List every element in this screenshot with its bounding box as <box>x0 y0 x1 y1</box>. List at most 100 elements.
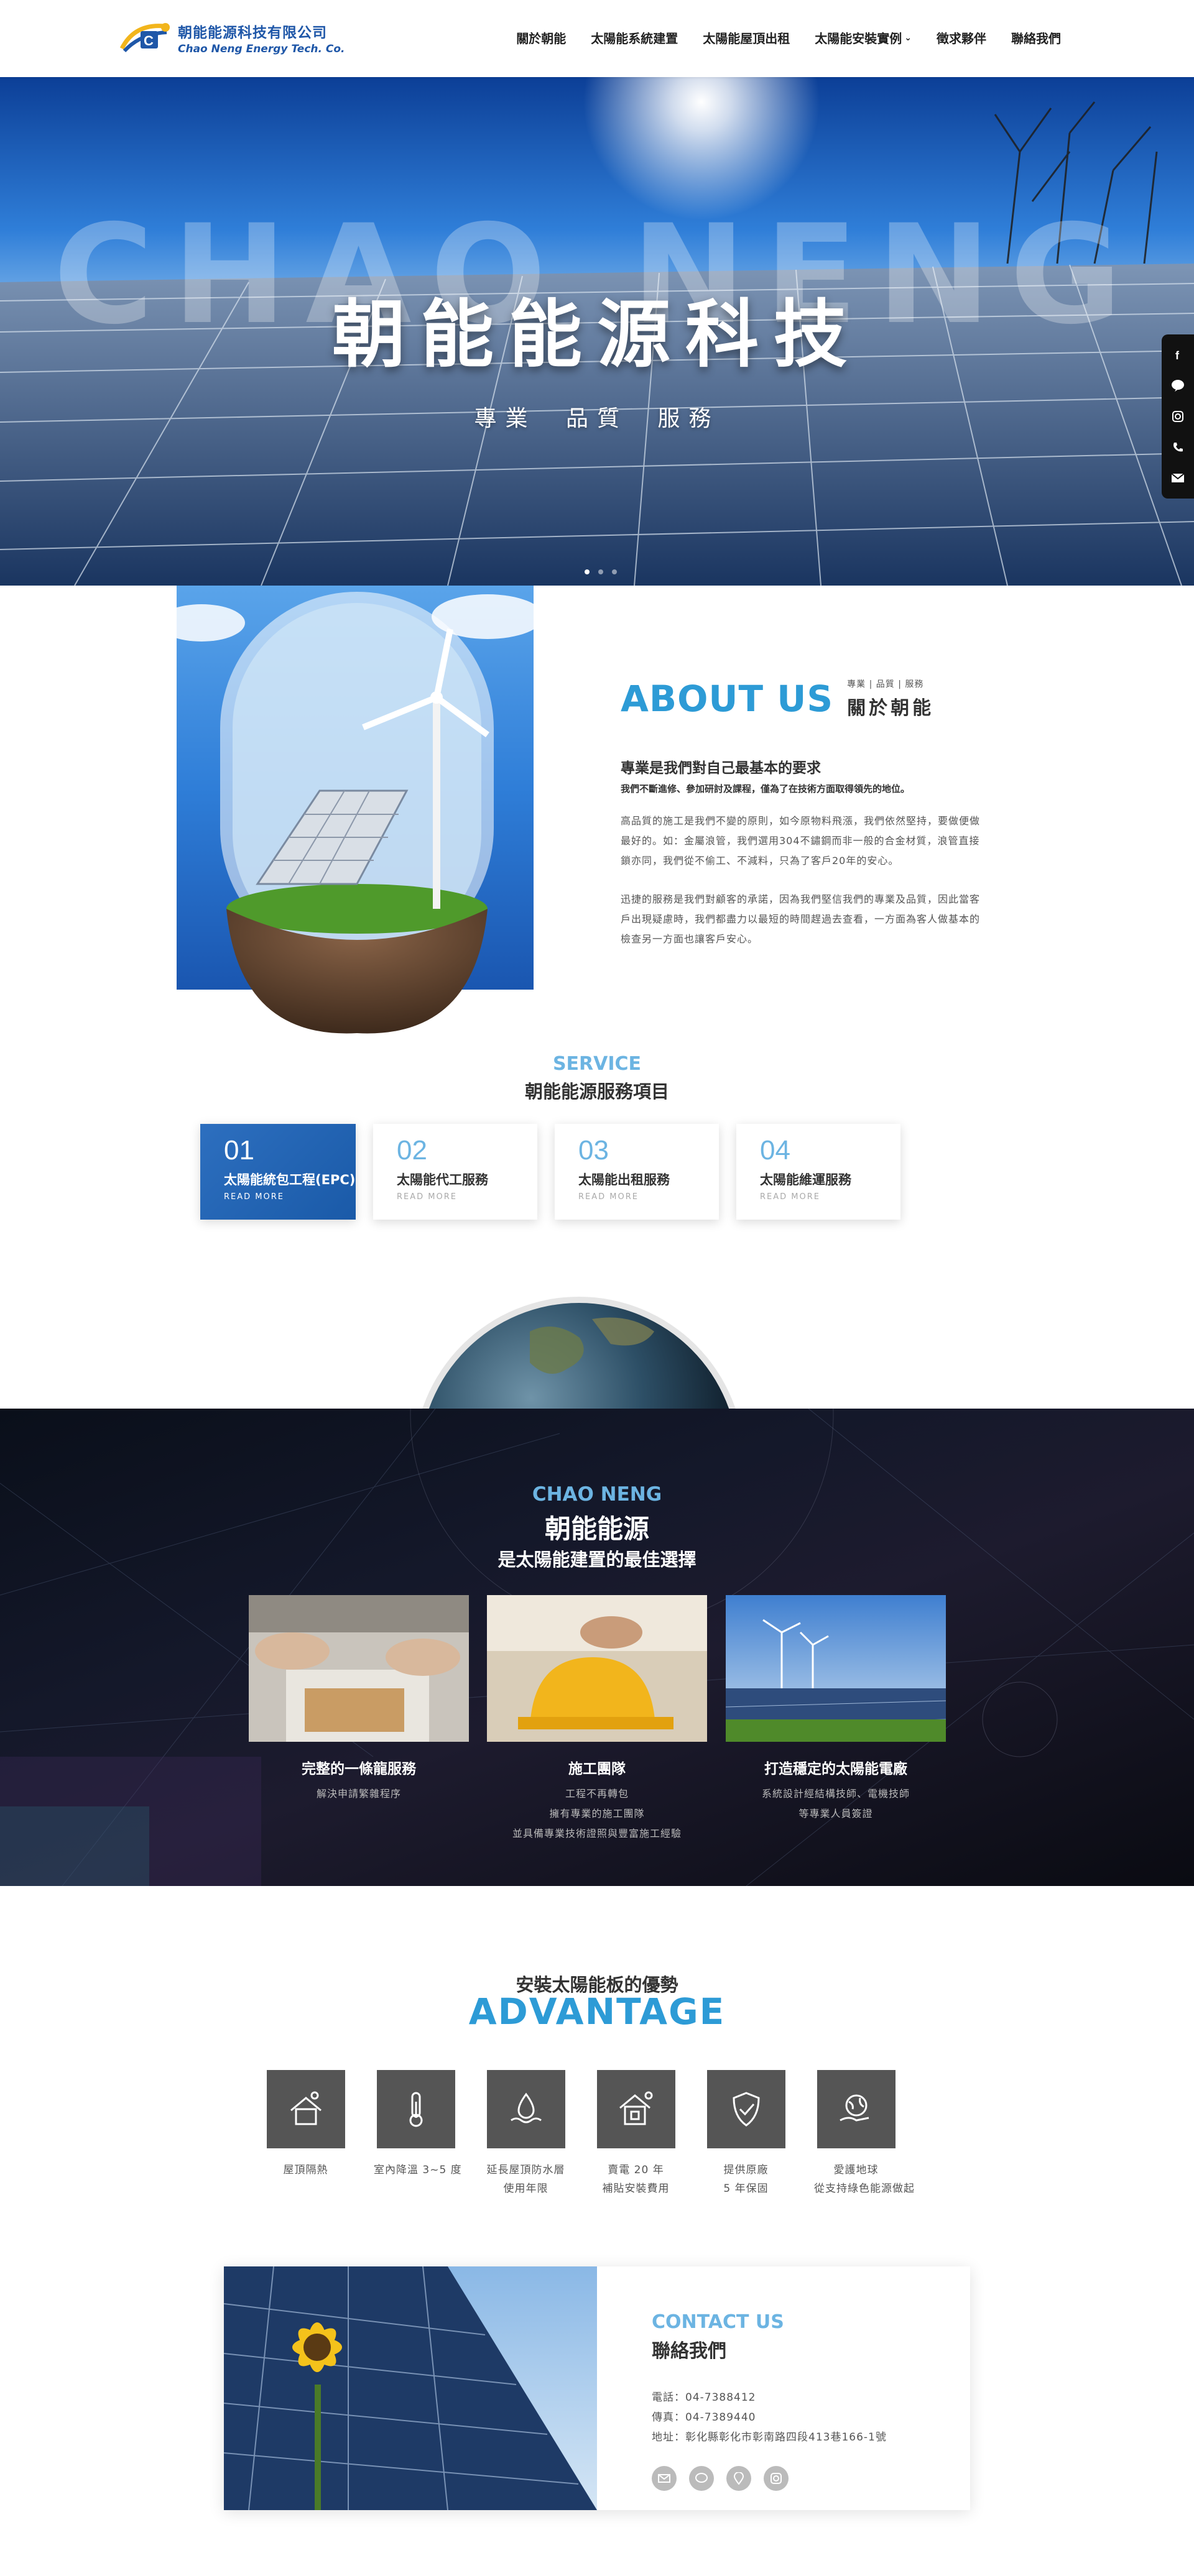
phone-icon[interactable] <box>1170 439 1186 456</box>
advantage-label: 延長屋頂防水層 <box>486 2164 565 2176</box>
why-subtitle: 是太陽能建置的最佳選擇 <box>497 1549 696 1570</box>
advantage-label: 提供原廠 <box>723 2164 769 2176</box>
feature-desc-line: 工程不再轉包 <box>565 1788 629 1800</box>
feature-desc-line: 擁有專業的施工團隊 <box>549 1808 645 1819</box>
contact-icons <box>652 2466 887 2491</box>
about-illustration <box>158 586 544 1044</box>
advantage-label: 5 年保固 <box>723 2183 769 2195</box>
advantage-list: 屋頂隔熱 室內降溫 3~5 度 延長屋頂防水層 使用年限 賣電 20 年補貼安裝費… <box>264 2070 915 2198</box>
svg-text:f: f <box>1175 349 1180 361</box>
hero-banner: CHAO NENG 朝能能源科技 專業 品質 服務 <box>0 77 1194 586</box>
about-paragraph-1: 高品質的施工是我們不變的原則，如今原物料飛漲，我們依然堅持，要做便做最好的。如：… <box>621 815 981 867</box>
site-header: C 朝能能源科技有限公司 Chao Neng Energy Tech. Co. … <box>0 0 1194 77</box>
feature-desc-line: 等專業人員簽證 <box>798 1808 873 1819</box>
advantage-item: 愛護地球從支持綠色能源做起 <box>814 2070 915 2198</box>
location-icon[interactable] <box>726 2466 751 2491</box>
service-card-rental[interactable]: 03 太陽能出租服務 READ MORE <box>555 1124 719 1220</box>
contact-title-en: CONTACT US <box>652 2311 784 2333</box>
logo-name-zh: 朝能能源科技有限公司 <box>178 25 327 41</box>
about-paragraph-2: 迅捷的服務是我們對顧客的承諾，因為我們堅信我們的專業及品質，因此當客戶出現疑慮時… <box>621 893 981 945</box>
advantage-item: 延長屋頂防水層 使用年限 <box>484 2070 568 2198</box>
house-solar-icon <box>596 2070 675 2148</box>
service-card-maintenance[interactable]: 04 太陽能維運服務 READ MORE <box>736 1124 900 1220</box>
read-more-link[interactable]: READ MORE <box>224 1192 332 1202</box>
advantage-label: 愛護地球 <box>833 2164 879 2176</box>
advantage-item: 提供原廠 5 年保固 <box>704 2070 788 2198</box>
service-cards: 01 太陽能統包工程(EPC) READ MORE 02 太陽能代工服務 REA… <box>200 1124 900 1220</box>
contact-section: CONTACT US 聯絡我們 電話：04-7388412 傳真：04-7389… <box>224 2266 970 2510</box>
service-card-title: 太陽能出租服務 <box>578 1172 670 1187</box>
service-title-zh: 朝能能源服務項目 <box>524 1081 669 1102</box>
why-choose-section: CHAO NENG 朝能能源 是太陽能建置的最佳選擇 完整的一條龍服務 解決申請… <box>0 1409 1194 1886</box>
feature-title: 打造穩定的太陽能電廠 <box>764 1761 907 1777</box>
feature-power-plant: 打造穩定的太陽能電廠 系統設計經結構技師、電機技師 等專業人員簽證 <box>726 1595 946 1824</box>
feature-desc: 工程不再轉包 擁有專業的施工團隊 並具備專業技術證照與豐富施工經驗 <box>487 1784 707 1844</box>
service-card-oem[interactable]: 02 太陽能代工服務 READ MORE <box>373 1124 537 1220</box>
nav-partners[interactable]: 徵求夥伴 <box>937 29 986 47</box>
carousel-dot[interactable] <box>598 569 603 574</box>
nav-system[interactable]: 太陽能系統建置 <box>591 29 678 47</box>
carousel-dot[interactable] <box>585 569 590 574</box>
service-card-number: 02 <box>397 1135 427 1166</box>
why-title-en: CHAO NENG <box>532 1483 662 1506</box>
feature-image-contract <box>249 1595 469 1742</box>
feature-desc: 解決申請繁雜程序 <box>249 1784 469 1804</box>
nav-roof-rental[interactable]: 太陽能屋頂出租 <box>703 29 790 47</box>
nav-contact[interactable]: 聯絡我們 <box>1011 29 1061 47</box>
svg-text:C: C <box>144 33 154 48</box>
why-title-zh: 朝能能源 <box>544 1514 649 1544</box>
advantage-label: 使用年限 <box>503 2183 548 2195</box>
contact-sunflower-image <box>224 2266 597 2510</box>
advantage-title-en: ADVANTAGE <box>468 1990 726 2033</box>
contact-phone[interactable]: 電話：04-7388412 <box>652 2388 887 2408</box>
main-nav: 關於朝能 太陽能系統建置 太陽能屋頂出租 太陽能安裝實例 ⌄ 徵求夥伴 聯絡我們 <box>516 29 1061 47</box>
read-more-link[interactable]: READ MORE <box>578 1192 695 1202</box>
carousel-dot[interactable] <box>612 569 617 574</box>
service-card-title: 太陽能代工服務 <box>397 1172 488 1187</box>
advantage-label: 賣電 20 年 <box>608 2164 664 2176</box>
feature-image-helmet <box>487 1595 707 1742</box>
read-more-link[interactable]: READ MORE <box>760 1192 877 1202</box>
facebook-icon[interactable]: f <box>1170 347 1186 363</box>
read-more-link[interactable]: READ MORE <box>397 1192 514 1202</box>
about-title-en: ABOUT US <box>621 678 834 720</box>
about-section: ABOUT US 專業 | 品質 | 服務 關於朝能 專業是我們對自己最基本的要… <box>621 678 990 949</box>
instagram-icon[interactable] <box>764 2466 789 2491</box>
contact-fax: 傳真：04-7389440 <box>652 2411 756 2424</box>
line-icon[interactable] <box>1170 377 1186 393</box>
nav-cases-label: 太陽能安裝實例 <box>815 31 902 46</box>
thermometer-icon <box>376 2070 455 2148</box>
advantage-label: 補貼安裝費用 <box>602 2183 670 2195</box>
carousel-dots <box>585 569 617 574</box>
advantage-item: 室內降溫 3~5 度 <box>374 2070 462 2198</box>
logo[interactable]: C 朝能能源科技有限公司 Chao Neng Energy Tech. Co. <box>116 19 345 57</box>
service-card-number: 01 <box>224 1135 254 1166</box>
service-title-en: SERVICE <box>552 1053 642 1075</box>
contact-info: CONTACT US 聯絡我們 電話：04-7388412 傳真：04-7389… <box>652 2311 887 2491</box>
house-sun-icon <box>266 2070 345 2148</box>
service-card-number: 04 <box>760 1135 790 1166</box>
earth-hand-icon <box>817 2070 895 2148</box>
advantage-label: 屋頂隔熱 <box>283 2164 328 2176</box>
feature-desc-line: 解決申請繁雜程序 <box>316 1788 401 1800</box>
service-card-epc[interactable]: 01 太陽能統包工程(EPC) READ MORE <box>200 1124 356 1220</box>
nav-cases[interactable]: 太陽能安裝實例 ⌄ <box>815 29 912 47</box>
feature-desc-line: 並具備專業技術證照與豐富施工經驗 <box>512 1828 682 1839</box>
nav-about[interactable]: 關於朝能 <box>516 29 566 47</box>
hero-title: 朝能能源科技 <box>331 291 862 377</box>
social-sidebar: f <box>1162 334 1194 499</box>
advantage-label: 室內降溫 3~5 度 <box>374 2164 462 2176</box>
mail-icon[interactable] <box>1170 470 1186 486</box>
about-tagline: 專業 | 品質 | 服務 <box>847 679 924 689</box>
service-card-title: 太陽能維運服務 <box>760 1172 851 1187</box>
instagram-icon[interactable] <box>1170 408 1186 425</box>
feature-image-solar-farm <box>726 1595 946 1742</box>
nav-about-label: 關於朝能 <box>516 31 567 46</box>
feature-desc: 系統設計經結構技師、電機技師 等專業人員簽證 <box>726 1784 946 1824</box>
advantage-label: 從支持綠色能源做起 <box>814 2183 915 2195</box>
nav-roof-rental-label: 太陽能屋頂出租 <box>703 31 790 46</box>
line-icon[interactable] <box>689 2466 714 2491</box>
feature-title: 完整的一條龍服務 <box>302 1761 416 1777</box>
mail-icon[interactable] <box>652 2466 677 2491</box>
nav-partners-label: 徵求夥伴 <box>937 31 986 46</box>
